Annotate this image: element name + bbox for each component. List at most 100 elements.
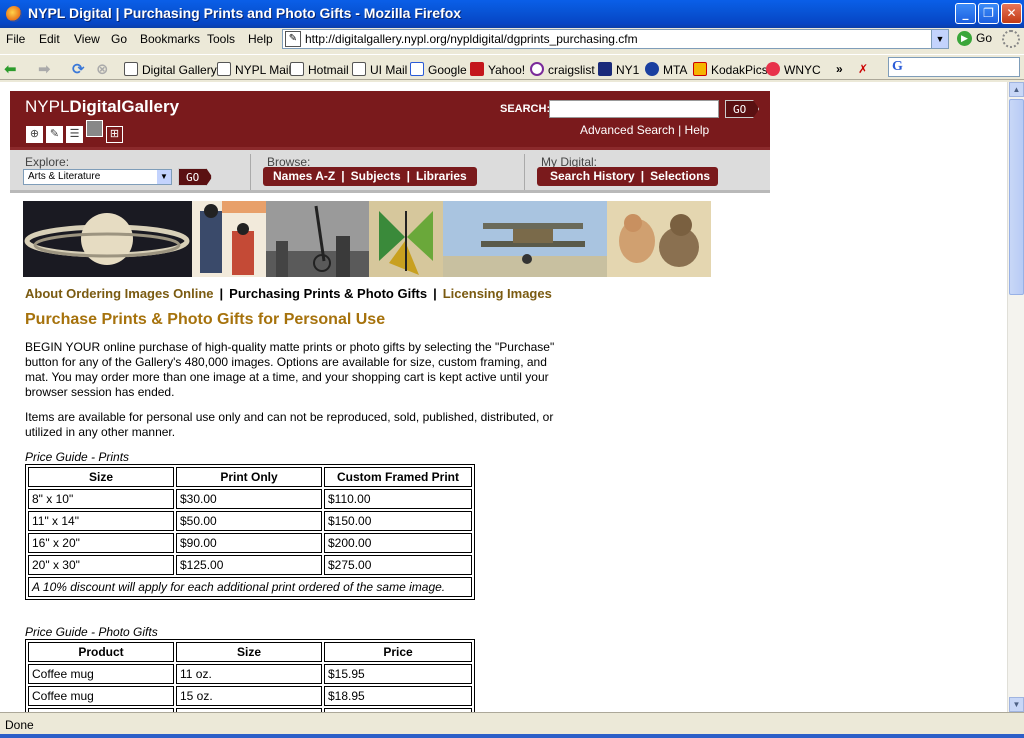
window-titlebar: NYPL Digital | Purchasing Prints and Pho… [0,0,1024,28]
google-icon [410,62,424,76]
libraries-link[interactable]: Libraries [416,169,467,183]
table-cell: $30.00 [176,489,322,509]
biplane-image[interactable] [443,201,607,277]
bookmark-ui-mail[interactable]: UI Mail [352,62,407,77]
throbber-icon [1002,30,1020,48]
table-header: Price [324,642,472,662]
names-az-link[interactable]: Names A-Z [273,169,335,183]
stop-icon[interactable]: ⊗ [96,60,109,78]
discount-note: A 10% discount will apply for each addit… [28,577,472,597]
tiles-icon[interactable]: ⊞ [106,126,123,143]
site-search-input[interactable] [549,100,719,118]
bookmark-hotmail[interactable]: Hotmail [290,62,349,77]
menu-edit[interactable]: Edit [39,32,60,46]
bookmark-yahoo[interactable]: Yahoo! [470,62,525,77]
bookmark-digital-gallery[interactable]: Digital Gallery [124,62,217,77]
kodak-icon [693,62,707,76]
spellcheck-icon[interactable]: ✗ [858,62,868,76]
reload-icon[interactable]: ⟳ [72,60,85,78]
butterflies-image[interactable] [369,201,443,277]
bookmark-google[interactable]: Google [410,62,467,77]
site-logo[interactable]: NYPLDigitalGallery [25,97,179,117]
table-cell: $125.00 [176,555,322,575]
table-row: 11" x 14" $50.00 $150.00 [28,511,472,531]
table-cell: 16" x 20" [28,533,174,553]
divider [250,154,251,190]
table-cell: 20" x 30" [28,555,174,575]
site-header: NYPLDigitalGallery ⊕ ✎ ☰ ⊞ SEARCH: GO Advan… [10,91,770,147]
vertical-scrollbar[interactable]: ▲ ▼ [1007,82,1024,712]
tab-licensing[interactable]: Licensing Images [443,286,552,301]
divider [524,154,525,190]
table-header-row: Product Size Price [28,642,472,662]
bookmark-nypl-mail[interactable]: NYPL Mail [217,62,291,77]
menu-go[interactable]: Go [111,32,127,46]
bookmark-mta[interactable]: MTA [645,62,687,77]
intro-paragraph: BEGIN YOUR online purchase of high-quali… [25,340,555,399]
firefox-icon [6,6,22,22]
bookmark-ny1[interactable]: NY1 [598,62,639,77]
maximize-button[interactable]: ❐ [978,3,999,24]
select-arrow-icon: ▼ [157,170,171,184]
url-text[interactable]: http://digitalgallery.nypl.org/nypldigit… [305,32,638,46]
search-go-button[interactable]: GO [725,100,760,118]
scroll-down-icon[interactable]: ▼ [1009,697,1024,712]
table-header: Product [28,642,174,662]
selections-link[interactable]: Selections [650,169,710,183]
explore-label: Explore: [25,155,70,169]
browse-pill: Names A-Z | Subjects | Libraries [263,167,477,186]
scroll-thumb[interactable] [1009,99,1024,295]
usage-paragraph: Items are available for personal use onl… [25,410,554,439]
window-title: NYPL Digital | Purchasing Prints and Pho… [28,5,462,21]
edit-icon[interactable]: ✎ [46,126,63,143]
bookmark-wnyc[interactable]: WNYC [766,62,821,77]
explore-go-button[interactable]: GO [178,168,213,186]
list-icon[interactable]: ☰ [66,126,83,143]
advanced-search-link[interactable]: Advanced Search [580,123,675,137]
table-header: Size [176,642,322,662]
search-history-link[interactable]: Search History [550,169,635,183]
url-bar[interactable]: ✎ http://digitalgallery.nypl.org/nypldig… [282,29,949,49]
bookmarks-overflow-icon[interactable]: » [836,62,843,76]
bookmark-kodakpics[interactable]: KodakPics [693,62,768,77]
menu-tools[interactable]: Tools [207,32,235,46]
forward-icon[interactable]: ➡ [38,60,51,78]
go-button[interactable]: ▶ Go [957,31,992,47]
url-dropdown-icon[interactable]: ▼ [931,30,948,48]
explore-select[interactable]: Arts & Literature ▼ [23,169,172,185]
prints-caption: Price Guide - Prints [25,450,130,464]
menu-bookmarks[interactable]: Bookmarks [140,32,200,46]
scroll-up-icon[interactable]: ▲ [1009,82,1024,97]
nypl-icon [352,62,366,76]
table-header: Custom Framed Print [324,467,472,487]
japanese-print-image[interactable] [192,201,266,277]
table-cell: Coffee mug [28,686,174,706]
city-photo-image[interactable] [266,201,369,277]
table-cell: $90.00 [176,533,322,553]
saturn-image[interactable] [23,201,192,277]
table-row: 16" x 20" $90.00 $200.00 [28,533,472,553]
peace-icon [530,62,544,76]
table-row: 8" x 10" $30.00 $110.00 [28,489,472,509]
table-cell: 11 oz. [176,664,322,684]
menu-view[interactable]: View [74,32,100,46]
zoom-icon[interactable]: ⊕ [26,126,43,143]
grid-icon[interactable] [86,120,103,137]
tab-purchasing[interactable]: Purchasing Prints & Photo Gifts [229,286,427,301]
table-header: Size [28,467,174,487]
bookmark-craigslist[interactable]: craigslist [530,62,595,77]
taskbar-edge [0,734,1024,738]
bird-and-cat-image[interactable] [607,201,711,277]
browser-search-box[interactable]: G [888,57,1020,77]
tab-about-ordering[interactable]: About Ordering Images Online [25,286,214,301]
minimize-button[interactable]: _ [955,3,976,24]
table-cell: $200.00 [324,533,472,553]
subjects-link[interactable]: Subjects [351,169,401,183]
table-cell: 11" x 14" [28,511,174,531]
help-link[interactable]: Help [685,123,710,137]
menu-help[interactable]: Help [248,32,273,46]
nypl-icon [290,62,304,76]
close-button[interactable]: ✕ [1001,3,1022,24]
menu-file[interactable]: File [6,32,25,46]
back-icon[interactable]: ⬅ [4,60,17,78]
